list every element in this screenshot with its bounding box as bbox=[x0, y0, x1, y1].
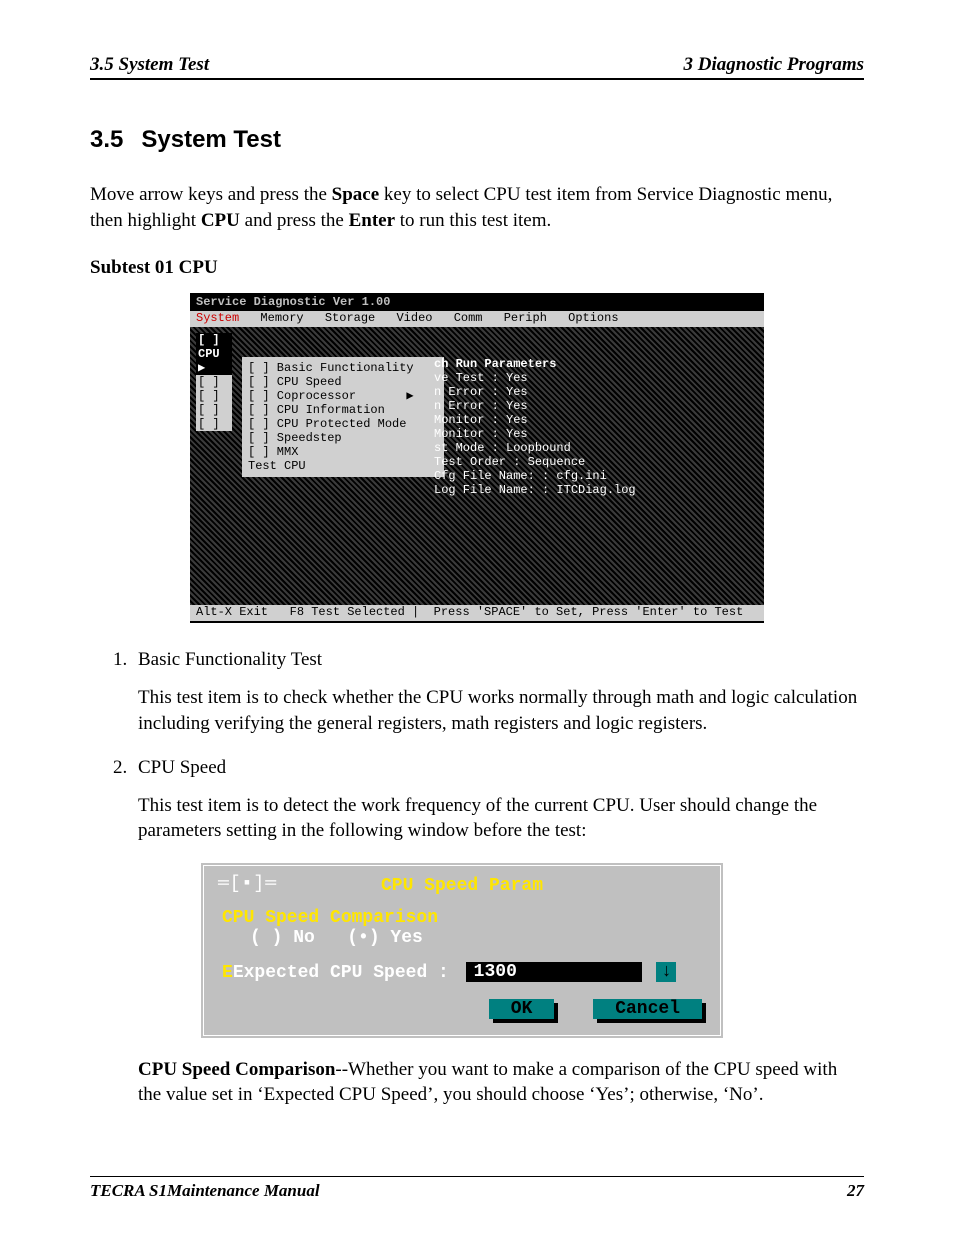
test-item-list: Basic Functionality Test This test item … bbox=[132, 649, 864, 1108]
footer-left: TECRA S1Maintenance Manual bbox=[90, 1181, 320, 1201]
cancel-button[interactable]: Cancel bbox=[593, 999, 702, 1019]
label-cpu-speed-comparison: CPU Speed Comparison bbox=[222, 908, 438, 928]
cpu-speed[interactable]: [ ] CPU Speed bbox=[248, 375, 438, 389]
close-icon[interactable]: ═[▪]═ bbox=[218, 874, 277, 894]
label-expected-cpu-speed: Expected CPU Speed : bbox=[233, 963, 449, 983]
li-text: This test item is to check whether the C… bbox=[138, 685, 864, 736]
header-left: 3.5 System Test bbox=[90, 54, 209, 76]
spin-down-icon[interactable]: ↓ bbox=[656, 962, 676, 982]
system-item-1[interactable]: [ ] bbox=[196, 375, 232, 389]
li-title: CPU Speed bbox=[138, 757, 226, 778]
menu-storage[interactable]: Storage bbox=[325, 311, 375, 325]
cpu-protected-mode[interactable]: [ ] CPU Protected Mode bbox=[248, 417, 438, 431]
bios-title: Service Diagnostic Ver 1.00 bbox=[190, 293, 764, 311]
section-title: 3.5 System Test bbox=[90, 126, 864, 154]
menu-comm[interactable]: Comm bbox=[454, 311, 483, 325]
post-dialog-paragraph: CPU Speed Comparison--Whether you want t… bbox=[138, 1057, 864, 1108]
section-number: 3.5 bbox=[90, 126, 123, 153]
dialog-title: CPU Speed Param bbox=[222, 876, 702, 896]
run-parameters-panel: ch Run Parameters ve Test : Yes n Error … bbox=[434, 357, 714, 497]
bios-menubar[interactable]: System Memory Storage Video Comm Periph … bbox=[190, 311, 764, 327]
page-header: 3.5 System Test 3 Diagnostic Programs bbox=[90, 54, 864, 80]
bios-body: [ ] CPU ▶ [ ] [ ] [ ] [ ] [ ] Basic Func… bbox=[190, 327, 764, 605]
list-item: CPU Speed This test item is to detect th… bbox=[132, 757, 864, 1108]
system-item-4[interactable]: [ ] bbox=[196, 417, 232, 431]
cpu-mmx[interactable]: [ ] MMX bbox=[248, 445, 438, 459]
footer-right: 27 bbox=[847, 1181, 864, 1201]
ok-button[interactable]: OK bbox=[489, 999, 555, 1019]
li-text: This test item is to detect the work fre… bbox=[138, 793, 864, 844]
bios-statusbar: Alt-X Exit F8 Test Selected | Press 'SPA… bbox=[190, 605, 764, 621]
system-cpu[interactable]: [ ] CPU ▶ bbox=[196, 333, 232, 375]
cpu-submenu[interactable]: [ ] Basic Functionality [ ] CPU Speed [ … bbox=[242, 357, 444, 477]
cpu-information[interactable]: [ ] CPU Information bbox=[248, 403, 438, 417]
cpu-speedstep[interactable]: [ ] Speedstep bbox=[248, 431, 438, 445]
menu-system[interactable]: System bbox=[196, 311, 239, 325]
cpu-speed-dialog: ═[▪]═ CPU Speed Param CPU Speed Comparis… bbox=[200, 862, 724, 1039]
system-submenu[interactable]: [ ] CPU ▶ [ ] [ ] [ ] [ ] bbox=[196, 333, 232, 431]
radio-yes[interactable]: (•) Yes bbox=[347, 928, 423, 948]
section-name: System Test bbox=[141, 126, 281, 153]
li-title: Basic Functionality Test bbox=[138, 649, 322, 670]
intro-paragraph: Move arrow keys and press the Space key … bbox=[90, 182, 864, 233]
expected-cpu-speed-input[interactable]: 1300 bbox=[466, 962, 642, 982]
menu-video[interactable]: Video bbox=[396, 311, 432, 325]
system-item-3[interactable]: [ ] bbox=[196, 403, 232, 417]
bios-screenshot: Service Diagnostic Ver 1.00 System Memor… bbox=[190, 293, 764, 623]
cpu-test-cpu[interactable]: Test CPU bbox=[248, 459, 438, 473]
radio-no[interactable]: ( ) No bbox=[250, 928, 315, 948]
cpu-basic-func[interactable]: [ ] Basic Functionality bbox=[248, 361, 438, 375]
subtest-heading: Subtest 01 CPU bbox=[90, 257, 864, 279]
menu-memory[interactable]: Memory bbox=[260, 311, 303, 325]
header-right: 3 Diagnostic Programs bbox=[683, 54, 864, 76]
system-item-2[interactable]: [ ] bbox=[196, 389, 232, 403]
menu-periph[interactable]: Periph bbox=[504, 311, 547, 325]
list-item: Basic Functionality Test This test item … bbox=[132, 649, 864, 736]
params-title: ch Run Parameters bbox=[434, 357, 714, 371]
page-footer: TECRA S1Maintenance Manual 27 bbox=[90, 1176, 864, 1201]
cpu-coprocessor[interactable]: [ ] Coprocessor ▶ bbox=[248, 389, 438, 403]
menu-options[interactable]: Options bbox=[568, 311, 618, 325]
